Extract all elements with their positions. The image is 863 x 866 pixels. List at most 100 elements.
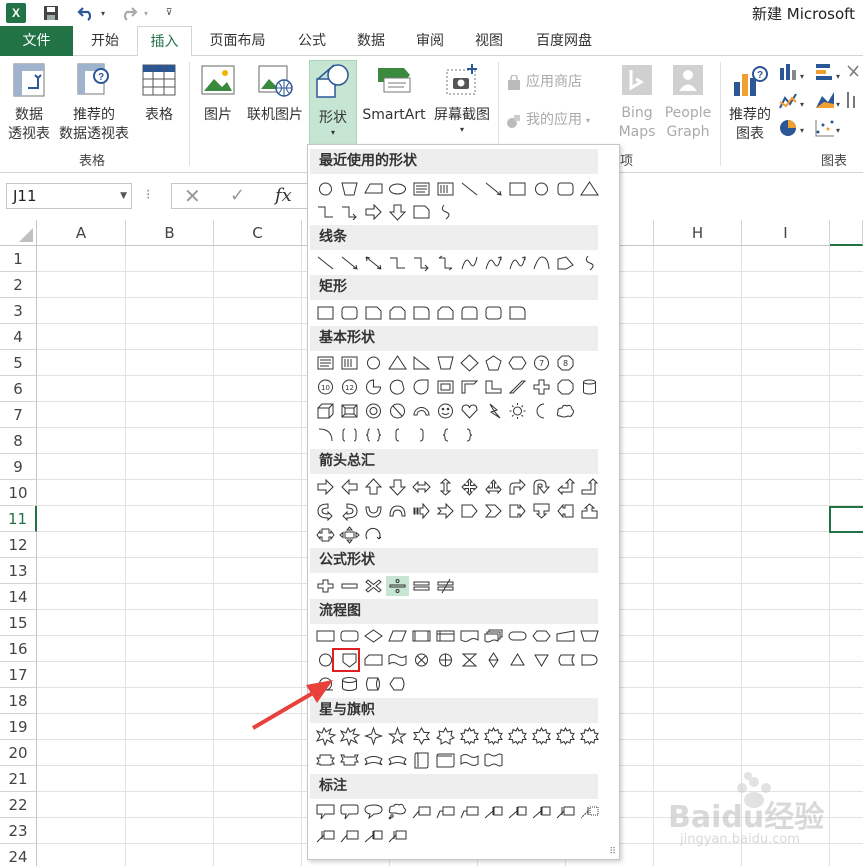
shape-curve-arrow-icon[interactable] — [506, 253, 529, 273]
row-header-4[interactable]: 4 — [0, 324, 37, 350]
shape-star-n-icon[interactable] — [458, 726, 481, 746]
shape-up-callout-icon[interactable] — [578, 501, 601, 521]
shape-curly-icon[interactable] — [578, 253, 601, 273]
row-header-1[interactable]: 1 — [0, 246, 37, 272]
shape-cloud-icon[interactable] — [554, 401, 577, 421]
row-header-18[interactable]: 18 — [0, 688, 37, 714]
shape-eq-div-icon[interactable] — [386, 576, 409, 596]
shape-fc-internal-icon[interactable] — [434, 626, 457, 646]
shape-rect-icon[interactable] — [506, 179, 529, 199]
shape-fold-icon[interactable] — [410, 202, 433, 222]
shape-elbow-icon[interactable] — [386, 253, 409, 273]
column-header-j[interactable] — [830, 220, 863, 246]
shape-star4-icon[interactable] — [362, 726, 385, 746]
shape-fc-display-icon[interactable] — [386, 674, 409, 694]
recommended-charts-button[interactable]: ? 推荐的 图表 — [724, 64, 776, 144]
shape-frame-icon[interactable] — [434, 377, 457, 397]
name-box-dropdown-icon[interactable]: ▼ — [120, 184, 127, 208]
tab-view[interactable]: 视图 — [465, 26, 513, 56]
shape-call-r-rect-icon[interactable] — [338, 801, 361, 821]
shape-eq-mult-icon[interactable] — [362, 576, 385, 596]
shape-fc-predef-icon[interactable] — [410, 626, 433, 646]
column-header-b[interactable]: B — [126, 220, 214, 246]
shape-rbracket-icon[interactable] — [410, 425, 433, 445]
row-header-5[interactable]: 5 — [0, 350, 37, 376]
column-header-i[interactable]: I — [742, 220, 830, 246]
shape-call-oval-icon[interactable] — [362, 801, 385, 821]
shape-fc-delay-icon[interactable] — [578, 650, 601, 670]
shape-rr1-icon[interactable] — [410, 303, 433, 323]
shape-elbow-icon[interactable] — [314, 202, 337, 222]
shape-plus-icon[interactable] — [530, 377, 553, 397]
shape-rrect-icon[interactable] — [554, 179, 577, 199]
name-box[interactable]: J11 ▼ — [6, 183, 132, 209]
shape-chord-icon[interactable] — [386, 377, 409, 397]
shape-curved-u-icon[interactable] — [362, 501, 385, 521]
shape-arrow-line-icon[interactable] — [338, 253, 361, 273]
shape-diag-icon[interactable] — [506, 377, 529, 397]
shapes-button[interactable]: 形状 ▾ — [309, 60, 357, 148]
shape-trap-icon[interactable] — [434, 353, 457, 373]
shape-left-up-icon[interactable] — [554, 477, 577, 497]
shape-eq-minus-icon[interactable] — [338, 576, 361, 596]
shape-star6-icon[interactable] — [410, 726, 433, 746]
shape-ud-arrow-icon[interactable] — [434, 477, 457, 497]
row-header-13[interactable]: 13 — [0, 558, 37, 584]
shape-sun-icon[interactable] — [506, 401, 529, 421]
column-header-a[interactable]: A — [37, 220, 126, 246]
tab-insert[interactable]: 插入 — [137, 26, 192, 57]
shape-dbl-bracket-icon[interactable] — [338, 425, 361, 445]
shape-fc-doc-icon[interactable] — [458, 626, 481, 646]
shape-ribbon-up-icon[interactable] — [314, 750, 337, 770]
shape-rect-icon[interactable] — [314, 303, 337, 323]
shape-arc-icon[interactable] — [530, 253, 553, 273]
table-button[interactable]: 表格 — [136, 62, 182, 125]
shape-line-icon[interactable] — [314, 253, 337, 273]
chart-type-icons[interactable]: ▾ ▾ ▾ ▾ ▾ ▾ — [778, 62, 860, 142]
shape-down-callout-icon[interactable] — [530, 501, 553, 521]
shape-fc-sort-icon[interactable] — [482, 650, 505, 670]
select-all-corner[interactable] — [0, 220, 37, 246]
my-apps-button[interactable]: 我的应用 ▾ — [506, 111, 610, 130]
shape-freeform-icon[interactable] — [554, 253, 577, 273]
shape-call-accent-icon[interactable] — [506, 801, 529, 821]
shape-curly-icon[interactable] — [434, 202, 457, 222]
shape-fc-man-op-icon[interactable] — [578, 626, 601, 646]
shape-fc-man-input-icon[interactable] — [554, 626, 577, 646]
shape-vtextbox-icon[interactable] — [338, 353, 361, 373]
cancel-icon[interactable]: ✕ — [184, 184, 201, 208]
shape-call-border-icon[interactable] — [314, 825, 337, 845]
row-header-15[interactable]: 15 — [0, 610, 37, 636]
shape-bent-arrow-icon[interactable] — [506, 477, 529, 497]
row-header-17[interactable]: 17 — [0, 662, 37, 688]
tab-home[interactable]: 开始 — [80, 26, 130, 56]
shape-dbl-wave-icon[interactable] — [482, 750, 505, 770]
shape-bent-up-icon[interactable] — [578, 477, 601, 497]
shape-fc-seq-access-icon[interactable] — [314, 674, 337, 694]
row-header-8[interactable]: 8 — [0, 428, 37, 454]
shape-rrect-icon[interactable] — [338, 303, 361, 323]
shape-call-no-border-icon[interactable] — [578, 801, 601, 821]
shape-explosion-icon[interactable] — [338, 726, 361, 746]
shape-tear-icon[interactable] — [410, 377, 433, 397]
shape-curved-ribbon-icon[interactable] — [362, 750, 385, 770]
shape-fc-direct-icon[interactable] — [362, 674, 385, 694]
tab-formulas[interactable]: 公式 — [288, 26, 336, 56]
shape-oval-icon[interactable] — [362, 353, 385, 373]
shape-can-icon[interactable] — [578, 377, 601, 397]
column-header-c[interactable]: C — [214, 220, 302, 246]
shape-star-n-icon[interactable] — [530, 726, 553, 746]
shape-fc-decision-icon[interactable] — [362, 626, 385, 646]
shape-left-arrow-icon[interactable] — [338, 477, 361, 497]
shape-cube-icon[interactable] — [314, 401, 337, 421]
shape-elbow-arrow-icon[interactable] — [410, 253, 433, 273]
shape-notched-r-icon[interactable] — [434, 501, 457, 521]
shape-bevel-icon[interactable] — [338, 401, 361, 421]
shape-no-sym-icon[interactable] — [386, 401, 409, 421]
row-header-7[interactable]: 7 — [0, 402, 37, 428]
shape-lr-up-arrow-icon[interactable] — [482, 477, 505, 497]
shape-right-arrow-icon[interactable] — [314, 477, 337, 497]
shape-dbl-arrow-icon[interactable] — [362, 253, 385, 273]
online-picture-button[interactable]: 联机图片 — [242, 62, 308, 125]
shape-n10-icon[interactable]: 10 — [314, 377, 337, 397]
